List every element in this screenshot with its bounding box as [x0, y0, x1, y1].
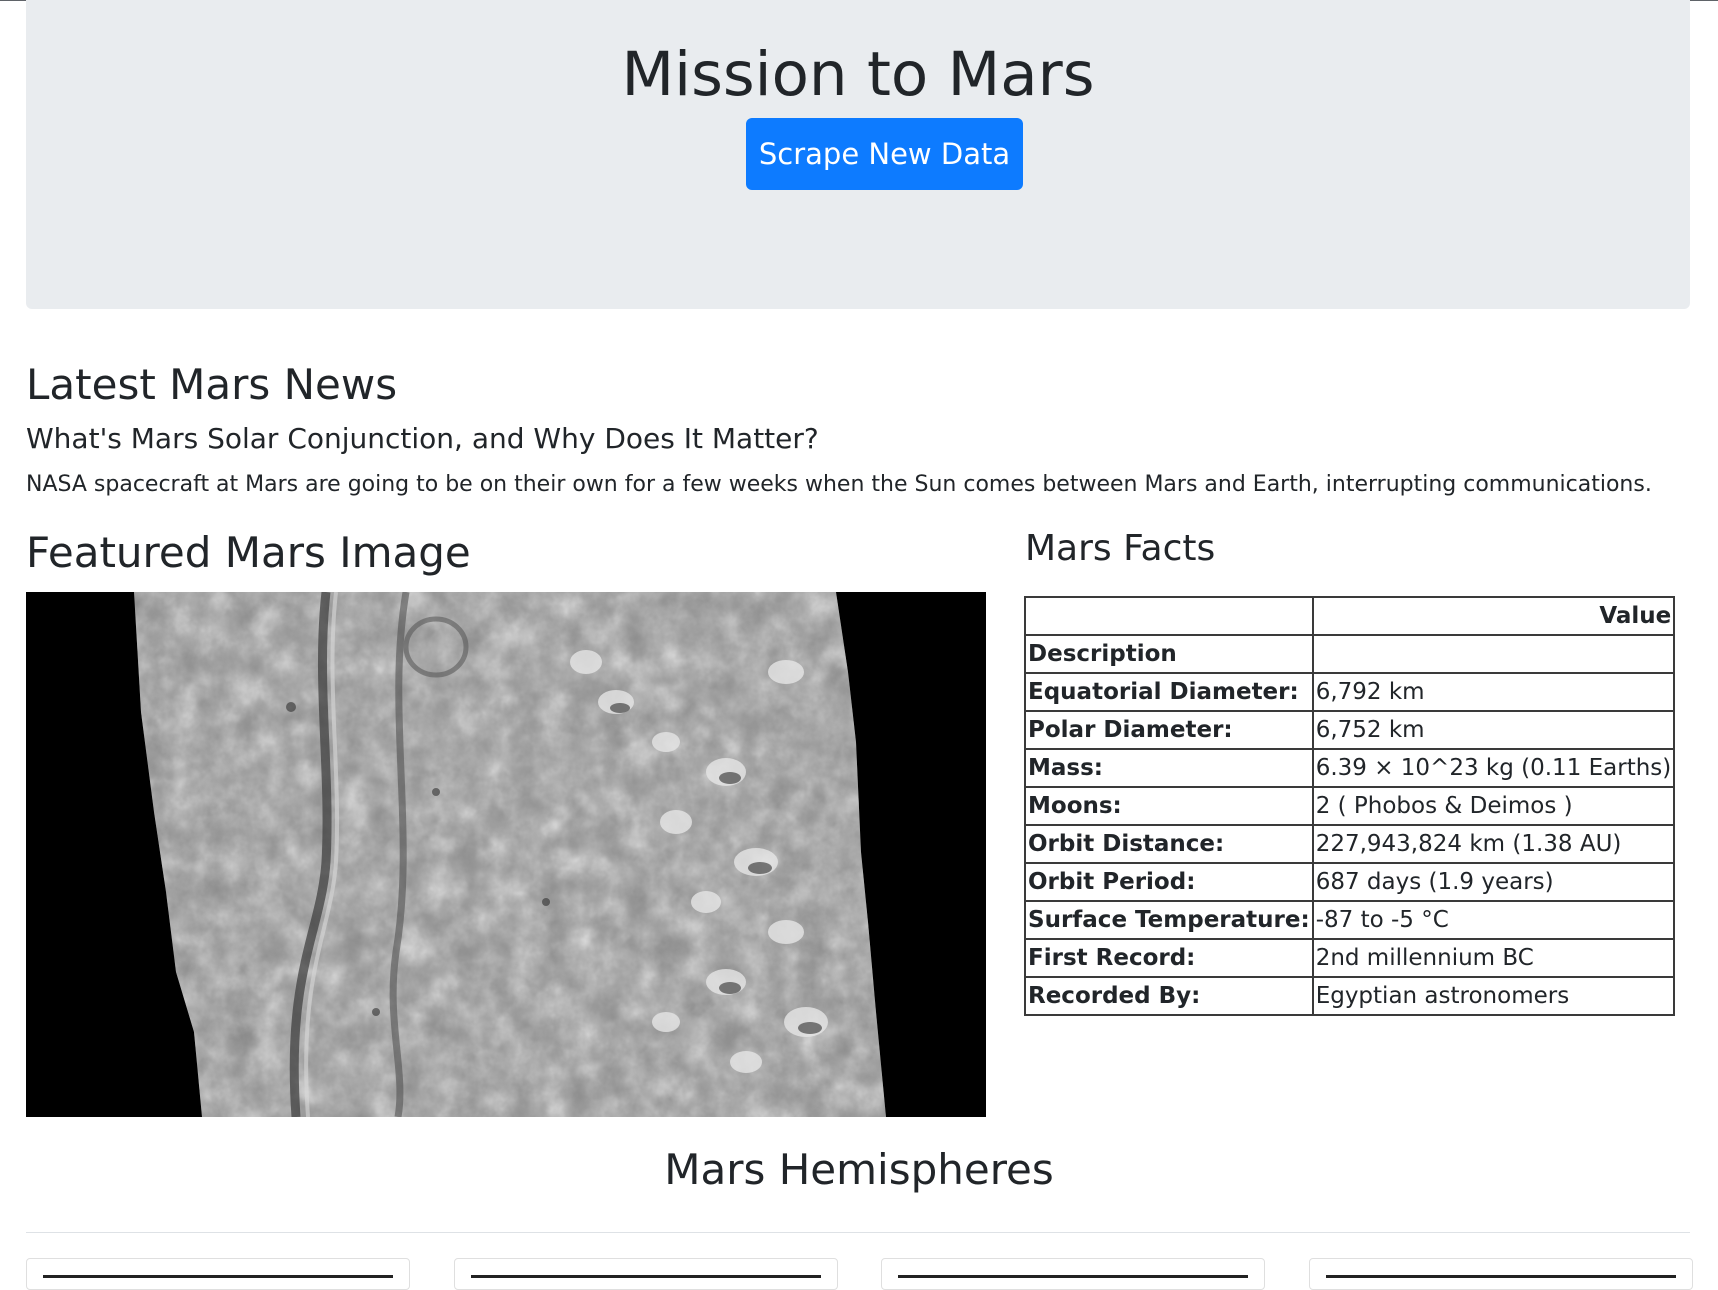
jumbotron-header: Mission to Mars Scrape New Data	[26, 0, 1690, 309]
hemisphere-thumbnail	[43, 1275, 393, 1278]
hemisphere-card[interactable]	[881, 1258, 1265, 1290]
table-row: Mass: 6.39 × 10^23 kg (0.11 Earths)	[1024, 748, 1676, 788]
table-row: Surface Temperature: -87 to -5 °C	[1024, 900, 1676, 940]
fact-key: Mass:	[1024, 748, 1314, 788]
hemisphere-card[interactable]	[1309, 1258, 1693, 1290]
fact-key: Description	[1024, 634, 1314, 674]
fact-value: Egyptian astronomers	[1311, 976, 1676, 1016]
facts-header-blank	[1024, 596, 1314, 636]
fact-value: 227,943,824 km (1.38 AU)	[1311, 824, 1676, 864]
scrape-new-data-button[interactable]: Scrape New Data	[746, 118, 1023, 190]
fact-key: Orbit Period:	[1024, 862, 1314, 902]
fact-key: Recorded By:	[1024, 976, 1314, 1016]
fact-value: 2 ( Phobos & Deimos )	[1311, 786, 1676, 826]
table-row: Orbit Period: 687 days (1.9 years)	[1024, 862, 1676, 902]
fact-value: 6,752 km	[1311, 710, 1676, 750]
fact-key: Polar Diameter:	[1024, 710, 1314, 750]
facts-header-value: Value	[1311, 596, 1676, 636]
hemispheres-heading: Mars Hemispheres	[664, 1145, 1054, 1194]
section-divider	[26, 1232, 1690, 1233]
mars-facts-table: Value Description Equatorial Diameter: 6,…	[1024, 596, 1676, 1016]
featured-image-heading: Featured Mars Image	[26, 528, 471, 577]
news-headline: What's Mars Solar Conjunction, and Why D…	[26, 422, 819, 455]
page-title: Mission to Mars	[621, 39, 1095, 110]
fact-value: 6,792 km	[1311, 672, 1676, 712]
fact-key: Moons:	[1024, 786, 1314, 826]
table-row: Polar Diameter: 6,752 km	[1024, 710, 1676, 750]
fact-key: First Record:	[1024, 938, 1314, 978]
table-row: Moons: 2 ( Phobos & Deimos )	[1024, 786, 1676, 826]
table-row: Equatorial Diameter: 6,792 km	[1024, 672, 1676, 712]
news-teaser: NASA spacecraft at Mars are going to be …	[26, 472, 1652, 497]
latest-news-heading: Latest Mars News	[26, 360, 398, 409]
table-row: Orbit Distance: 227,943,824 km (1.38 AU)	[1024, 824, 1676, 864]
table-row: Description	[1024, 634, 1676, 674]
hemisphere-card[interactable]	[454, 1258, 838, 1290]
fact-key: Orbit Distance:	[1024, 824, 1314, 864]
table-row: First Record: 2nd millennium BC	[1024, 938, 1676, 978]
facts-header-row: Value	[1024, 596, 1676, 636]
hemisphere-thumbnail	[1326, 1275, 1676, 1278]
fact-value: 6.39 × 10^23 kg (0.11 Earths)	[1311, 748, 1676, 788]
table-row: Recorded By: Egyptian astronomers	[1024, 976, 1676, 1016]
featured-mars-image	[26, 592, 986, 1117]
hemisphere-thumbnail	[898, 1275, 1248, 1278]
mars-facts-heading: Mars Facts	[1025, 528, 1216, 569]
fact-value	[1311, 634, 1676, 674]
fact-value: 687 days (1.9 years)	[1311, 862, 1676, 902]
fact-key: Equatorial Diameter:	[1024, 672, 1314, 712]
hemisphere-thumbnail	[471, 1275, 821, 1278]
hemisphere-card[interactable]	[26, 1258, 410, 1290]
fact-key: Surface Temperature:	[1024, 900, 1314, 940]
fact-value: -87 to -5 °C	[1311, 900, 1676, 940]
fact-value: 2nd millennium BC	[1311, 938, 1676, 978]
